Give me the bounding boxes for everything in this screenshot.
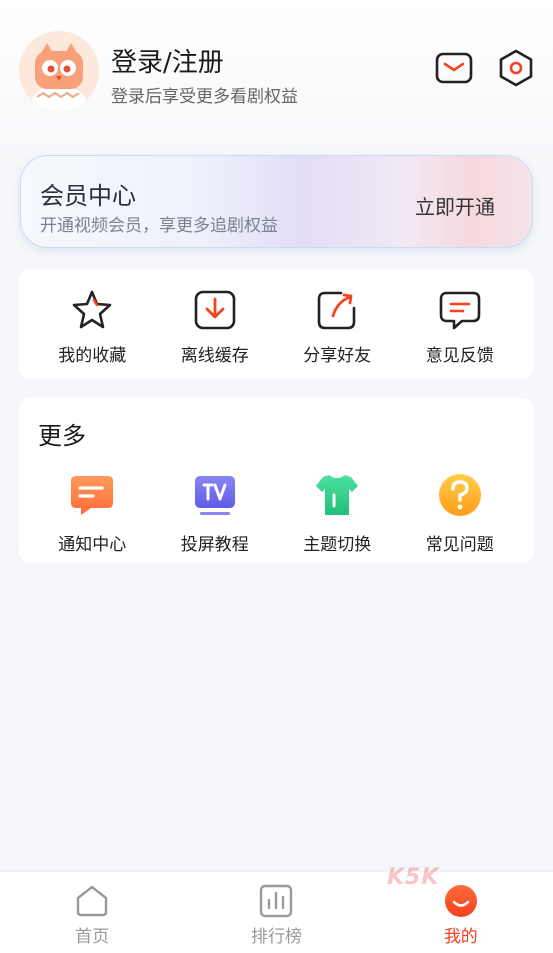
login-register-link[interactable]: 登录/注册 bbox=[111, 42, 224, 79]
vip-center-banner[interactable]: 会员中心 开通视频会员，享更多追剧权益 立即开通 bbox=[20, 155, 533, 248]
tab-home-label: 首页 bbox=[75, 927, 110, 947]
profile-header: 登录/注册 登录后享受更多看剧权益 bbox=[0, 0, 553, 130]
profile-icon bbox=[444, 885, 477, 917]
offline-cache-item[interactable]: 离线缓存 bbox=[154, 287, 277, 366]
download-icon bbox=[194, 290, 236, 330]
theme-switch-label: 主题切换 bbox=[303, 535, 372, 555]
settings-button[interactable] bbox=[496, 48, 536, 88]
settings-icon bbox=[499, 49, 533, 87]
ranking-icon bbox=[260, 884, 293, 918]
favorites-item[interactable]: 我的收藏 bbox=[31, 287, 154, 366]
notification-center-item[interactable]: 通知中心 bbox=[31, 472, 154, 555]
tab-ranking[interactable]: 排行榜 bbox=[184, 872, 368, 953]
offline-cache-label: 离线缓存 bbox=[180, 346, 249, 366]
quick-actions-card: 我的收藏 离线缓存 分享好友 意见反馈 bbox=[19, 269, 534, 379]
more-card: 更多 通知中心 投屏教程 主题切换 常见问题 bbox=[19, 398, 534, 563]
cast-tutorial-label: 投屏教程 bbox=[180, 535, 249, 555]
watermark-logo: K5K bbox=[387, 865, 440, 890]
share-icon bbox=[317, 291, 356, 330]
open-vip-button[interactable]: 立即开通 bbox=[415, 191, 495, 220]
notification-icon bbox=[71, 476, 114, 515]
vip-subtitle: 开通视频会员，享更多追剧权益 bbox=[40, 216, 278, 236]
tab-profile-label: 我的 bbox=[443, 927, 478, 947]
more-title: 更多 bbox=[38, 422, 86, 450]
tab-home[interactable]: 首页 bbox=[0, 872, 184, 953]
feedback-label: 意见反馈 bbox=[425, 346, 494, 366]
cast-tutorial-item[interactable]: 投屏教程 bbox=[154, 472, 277, 555]
theme-shirt-icon bbox=[316, 475, 359, 515]
tab-ranking-label: 排行榜 bbox=[250, 927, 302, 947]
share-friends-label: 分享好友 bbox=[303, 346, 372, 366]
vip-title: 会员中心 bbox=[40, 182, 136, 210]
login-subtitle: 登录后享受更多看剧权益 bbox=[111, 87, 298, 107]
faq-item[interactable]: 常见问题 bbox=[399, 472, 522, 555]
favorites-label: 我的收藏 bbox=[58, 346, 127, 366]
feedback-item[interactable]: 意见反馈 bbox=[399, 287, 522, 366]
faq-label: 常见问题 bbox=[425, 535, 494, 555]
share-friends-item[interactable]: 分享好友 bbox=[276, 287, 399, 366]
home-icon bbox=[76, 885, 108, 917]
owl-avatar-icon bbox=[19, 31, 99, 111]
bottom-tab-bar: 首页 排行榜 我的 bbox=[0, 871, 553, 953]
feedback-icon bbox=[439, 291, 481, 330]
mail-icon bbox=[435, 52, 473, 84]
theme-switch-item[interactable]: 主题切换 bbox=[276, 472, 399, 555]
avatar[interactable] bbox=[19, 31, 99, 111]
star-icon bbox=[72, 290, 112, 329]
tv-cast-icon bbox=[194, 476, 235, 515]
question-icon bbox=[438, 474, 481, 516]
mail-button[interactable] bbox=[434, 48, 474, 88]
notification-center-label: 通知中心 bbox=[58, 535, 127, 555]
